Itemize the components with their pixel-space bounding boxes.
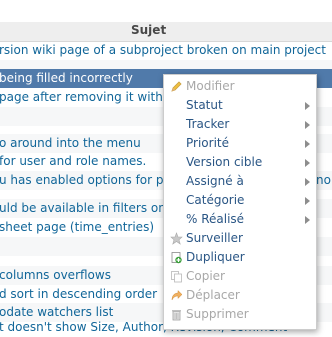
star-icon (170, 232, 183, 245)
submenu-arrow-icon (305, 197, 310, 205)
menu-item-categorie[interactable]: Catégorie (164, 191, 316, 210)
menu-item-dupliquer[interactable]: Dupliquer (164, 248, 316, 267)
row-subject[interactable]: being filled incorrectly (0, 69, 133, 88)
menu-item-version-cible[interactable]: Version cible (164, 153, 316, 172)
context-menu: Modifier Statut Tracker Priorité Version… (163, 74, 317, 330)
row-subject[interactable]: u has enabled options for pa (0, 171, 171, 190)
submenu-arrow-icon (305, 140, 310, 148)
row-subject[interactable]: rsion wiki page of a subproject broken o… (0, 41, 326, 60)
table-row[interactable]: rsion wiki page of a subproject broken o… (0, 41, 332, 60)
menu-item-label: Priorité (186, 136, 229, 150)
menu-item-label: Copier (186, 269, 225, 283)
menu-item-label: % Réalisé (186, 212, 245, 226)
menu-item-supprimer[interactable]: Supprimer (164, 305, 316, 324)
copy-icon (171, 271, 182, 283)
submenu-arrow-icon (305, 102, 310, 110)
menu-item-label: Déplacer (186, 288, 240, 302)
table-header: Sujet (0, 22, 332, 42)
row-subject[interactable]: for user and role names. (0, 152, 146, 171)
menu-item-label: Assigné à (186, 174, 244, 188)
menu-item-label: Surveiller (186, 231, 243, 245)
duplicate-icon (171, 252, 182, 264)
menu-item-priorite[interactable]: Priorité (164, 134, 316, 153)
submenu-arrow-icon (305, 121, 310, 129)
row-subject[interactable]: columns overflows (0, 266, 111, 285)
menu-item-statut[interactable]: Statut (164, 96, 316, 115)
row-subject[interactable]: d sort in descending order (0, 285, 157, 304)
menu-item-label: Catégorie (186, 193, 245, 207)
row-subject[interactable]: o around into the menu (0, 134, 141, 153)
menu-item-label: Supprimer (186, 307, 249, 321)
menu-item-modifier[interactable]: Modifier (164, 77, 316, 96)
menu-item-copier[interactable]: Copier (164, 267, 316, 286)
menu-item-deplacer[interactable]: Déplacer (164, 286, 316, 305)
menu-item-label: Version cible (186, 155, 263, 169)
menu-item-surveiller[interactable]: Surveiller (164, 229, 316, 248)
pencil-icon (171, 81, 182, 92)
menu-item-assigne-a[interactable]: Assigné à (164, 172, 316, 191)
move-icon (171, 289, 183, 301)
row-subject[interactable]: sheet page (time_entries) (0, 218, 154, 237)
submenu-arrow-icon (305, 216, 310, 224)
menu-item-label: Dupliquer (186, 250, 245, 264)
trash-icon (172, 310, 181, 321)
menu-item-label: Tracker (186, 117, 230, 131)
submenu-arrow-icon (305, 178, 310, 186)
submenu-arrow-icon (305, 159, 310, 167)
menu-item-label: Modifier (186, 79, 235, 93)
menu-item-label: Statut (186, 98, 223, 112)
row-subject[interactable]: page after removing it without (0, 88, 183, 107)
column-header-sujet[interactable]: Sujet (131, 23, 166, 37)
row-subject-tail: no v (316, 173, 332, 187)
menu-item-tracker[interactable]: Tracker (164, 115, 316, 134)
menu-item-pourcent-realise[interactable]: % Réalisé (164, 210, 316, 229)
row-subject[interactable]: uld be available in filters only (0, 199, 176, 218)
